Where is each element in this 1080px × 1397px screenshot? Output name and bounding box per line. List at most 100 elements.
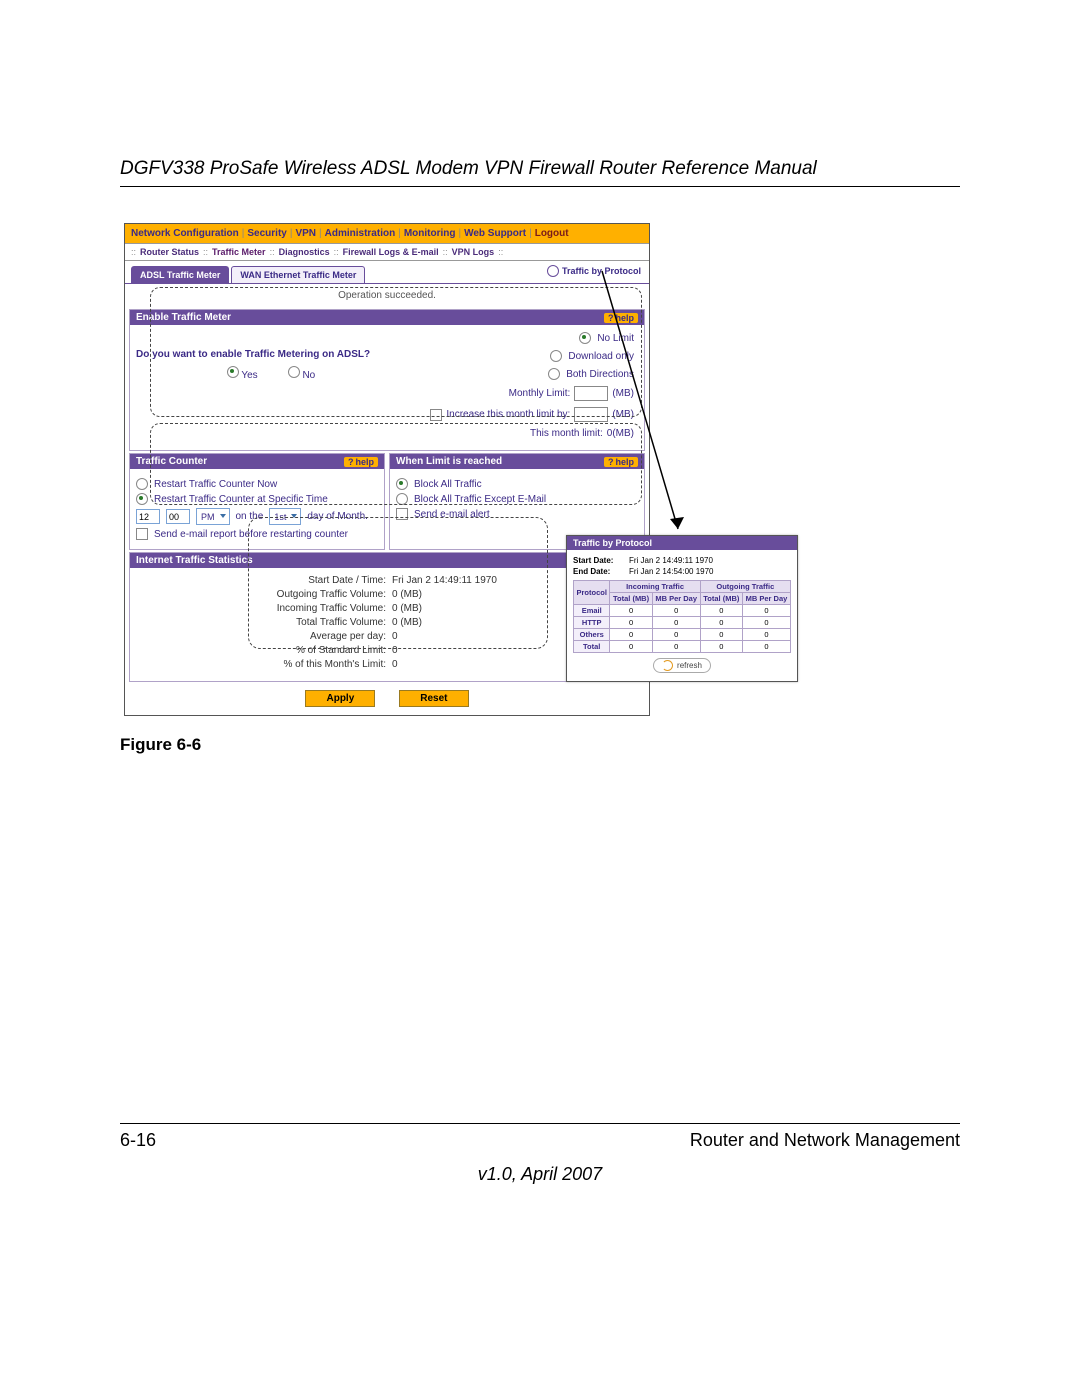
time-hour-input[interactable]: [136, 509, 160, 524]
col-total-mb: Total (MB): [610, 593, 652, 605]
col-incoming: Incoming Traffic: [610, 581, 700, 593]
nav-item[interactable]: Monitoring: [404, 228, 456, 239]
traffic-by-protocol-link[interactable]: Traffic by Protocol: [547, 265, 641, 277]
stat-value: 0 (MB): [392, 617, 422, 628]
apply-button[interactable]: Apply: [305, 690, 375, 707]
nav-item[interactable]: Web Support: [464, 228, 526, 239]
figure-caption: Figure 6-6: [120, 735, 960, 755]
send-alert-checkbox-row[interactable]: Send e-mail alert: [396, 508, 638, 520]
subnav-item[interactable]: Router Status: [140, 247, 199, 257]
refresh-button[interactable]: refresh: [653, 658, 711, 673]
radio-download-only[interactable]: Download only: [550, 350, 634, 362]
radio-restart-specific[interactable]: Restart Traffic Counter at Specific Time: [136, 493, 378, 505]
stat-value: 0: [392, 645, 398, 656]
table-row: Others0000: [574, 629, 791, 641]
nav-item[interactable]: Network Configuration: [131, 228, 239, 239]
main-nav: Network Configuration| Security| VPN| Ad…: [125, 224, 649, 243]
protocol-table: Protocol Incoming Traffic Outgoing Traff…: [573, 580, 791, 653]
send-report-checkbox-row[interactable]: Send e-mail report before restarting cou…: [136, 528, 378, 540]
radio-yes[interactable]: Yes: [227, 366, 258, 381]
popup-title: Traffic by Protocol: [567, 536, 797, 550]
enable-metering-question: Do you want to enable Traffic Metering o…: [136, 329, 406, 360]
day-select[interactable]: 1st: [269, 508, 301, 525]
help-link[interactable]: ?help: [604, 313, 638, 323]
version-footer: v1.0, April 2007: [0, 1164, 1080, 1185]
panel-title: Internet Traffic Statistics: [136, 555, 253, 566]
help-link[interactable]: ?help: [344, 457, 378, 467]
increase-limit-input[interactable]: [574, 407, 608, 422]
stat-label: Incoming Traffic Volume:: [136, 603, 392, 614]
reset-button[interactable]: Reset: [399, 690, 468, 707]
stat-value: 0: [392, 659, 398, 670]
monthly-limit-input[interactable]: [574, 386, 608, 401]
start-date-label: Start Date:: [573, 556, 629, 565]
radio-block-except-email[interactable]: Block All Traffic Except E-Mail: [396, 493, 638, 505]
nav-item[interactable]: Administration: [325, 228, 396, 239]
radio-block-all[interactable]: Block All Traffic: [396, 478, 638, 490]
stat-label: Total Traffic Volume:: [136, 617, 392, 628]
panel-title: Traffic Counter: [136, 456, 207, 467]
end-date-label: End Date:: [573, 567, 629, 576]
subnav-item-active[interactable]: Traffic Meter: [212, 247, 266, 257]
col-outgoing: Outgoing Traffic: [700, 581, 790, 593]
day-suffix-label: day of Month.: [307, 511, 368, 522]
nav-logout[interactable]: Logout: [535, 228, 569, 239]
stat-value: 0 (MB): [392, 589, 422, 600]
link-label: Traffic by Protocol: [562, 266, 641, 276]
popup-traffic-by-protocol: Traffic by Protocol Start Date:Fri Jan 2…: [566, 535, 798, 682]
tab-adsl-traffic-meter[interactable]: ADSL Traffic Meter: [131, 266, 229, 283]
col-mb-per-day: MB Per Day: [742, 593, 790, 605]
stat-label: Start Date / Time:: [136, 575, 392, 586]
panel-traffic-counter: Traffic Counter ?help Restart Traffic Co…: [129, 453, 385, 550]
mb-unit: (MB): [612, 388, 634, 399]
panel-title: Enable Traffic Meter: [136, 312, 231, 323]
increase-limit-label: Increase this month limit by:: [446, 409, 570, 420]
subnav-item[interactable]: Firewall Logs & E-mail: [343, 247, 439, 257]
subnav-item[interactable]: Diagnostics: [279, 247, 330, 257]
stat-label: Outgoing Traffic Volume:: [136, 589, 392, 600]
radio-both-directions[interactable]: Both Directions: [548, 368, 634, 380]
col-protocol: Protocol: [574, 581, 610, 605]
panel-enable-traffic-meter: Enable Traffic Meter ?help Do you want t…: [129, 309, 645, 451]
time-minute-input[interactable]: [166, 509, 190, 524]
stat-label: % of Standard Limit:: [136, 645, 392, 656]
nav-item[interactable]: VPN: [295, 228, 316, 239]
action-buttons: Apply Reset: [125, 684, 649, 715]
table-row: Total0000: [574, 641, 791, 653]
subnav-item[interactable]: VPN Logs: [452, 247, 495, 257]
tab-bar: ADSL Traffic Meter WAN Ethernet Traffic …: [125, 261, 649, 284]
stat-label: % of this Month's Limit:: [136, 659, 392, 670]
increase-limit-checkbox[interactable]: [430, 409, 442, 421]
section-title: Router and Network Management: [690, 1130, 960, 1151]
stat-value: 0 (MB): [392, 603, 422, 614]
figure-container: Network Configuration| Security| VPN| Ad…: [120, 223, 960, 721]
this-month-limit-label: This month limit:: [530, 428, 603, 439]
refresh-icon: [662, 660, 673, 671]
circle-icon: [547, 265, 559, 277]
help-link[interactable]: ?help: [604, 457, 638, 467]
on-the-label: on the: [236, 511, 264, 522]
page-number: 6-16: [120, 1130, 156, 1151]
ampm-select[interactable]: PM: [196, 508, 230, 525]
col-total-mb: Total (MB): [700, 593, 742, 605]
radio-no[interactable]: No: [288, 366, 316, 381]
this-month-limit-value: 0(MB): [607, 428, 634, 439]
col-mb-per-day: MB Per Day: [652, 593, 700, 605]
stat-label: Average per day:: [136, 631, 392, 642]
stat-value: 0: [392, 631, 398, 642]
table-row: Email0000: [574, 605, 791, 617]
tab-wan-ethernet-traffic-meter[interactable]: WAN Ethernet Traffic Meter: [231, 266, 365, 283]
sub-nav: :: Router Status:: Traffic Meter:: Diagn…: [125, 243, 649, 261]
radio-no-limit[interactable]: No Limit: [579, 332, 634, 344]
monthly-limit-label: Monthly Limit:: [509, 388, 571, 399]
status-message: Operation succeeded.: [125, 284, 649, 307]
mb-unit: (MB): [612, 409, 634, 420]
table-row: HTTP0000: [574, 617, 791, 629]
panel-title: When Limit is reached: [396, 456, 502, 467]
stat-value: Fri Jan 2 14:49:11 1970: [392, 575, 497, 586]
nav-item[interactable]: Security: [247, 228, 286, 239]
document-title: DGFV338 ProSafe Wireless ADSL Modem VPN …: [120, 0, 960, 187]
start-date-value: Fri Jan 2 14:49:11 1970: [629, 556, 713, 565]
radio-restart-now[interactable]: Restart Traffic Counter Now: [136, 478, 378, 490]
page-footer: 6-16 Router and Network Management: [120, 1123, 960, 1151]
